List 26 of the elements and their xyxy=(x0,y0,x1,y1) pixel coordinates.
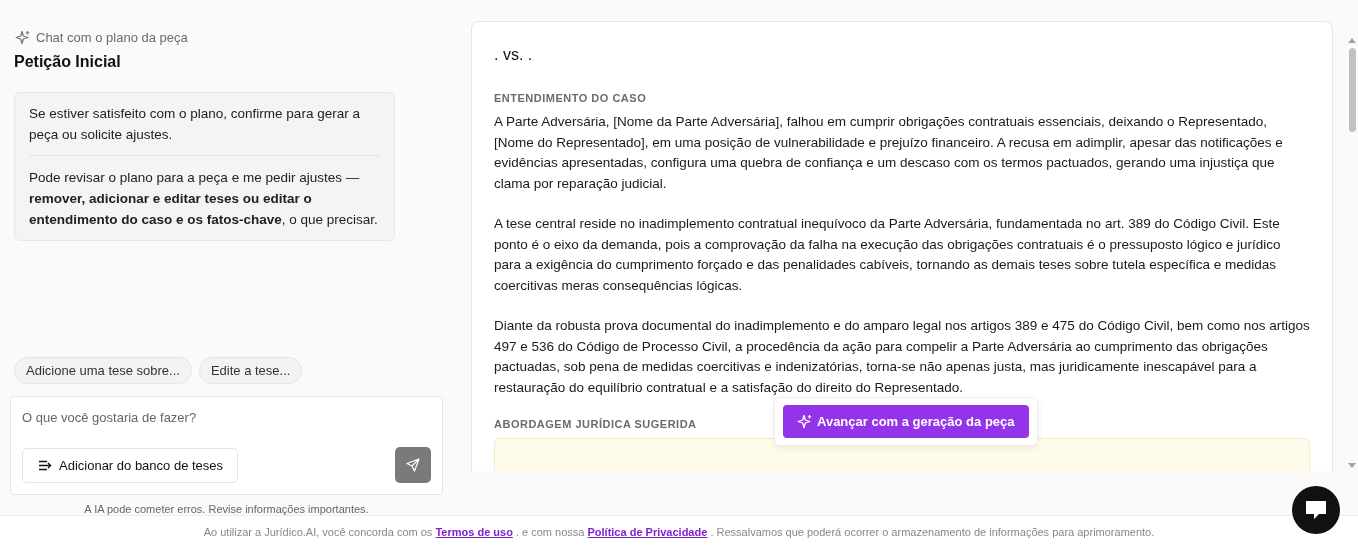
sparkle-icon xyxy=(14,30,30,45)
chat-button[interactable] xyxy=(1292,486,1340,534)
terms-link[interactable]: Termos de uso xyxy=(435,525,513,538)
send-icon xyxy=(406,458,420,472)
terms-link[interactable]: Política de Privacidade xyxy=(587,525,708,538)
section-title: ENTENDIMENTO DO CASO xyxy=(494,92,647,104)
terms-notice: Ao utilizar a Jurídico.AI, você concorda com os Termos de uso . e com nossa Política de Privacidade . Ressalvamos que poderá ocorrer o armazenamento de informações para aprimoramento. xyxy=(203,525,1155,538)
message-text: Pode revisar o plano para a peça e me pedir ajustes — remover, adicionar e editar teses ou editar o entendimento do caso e os fatos-chave, o que precisar. xyxy=(29,169,379,229)
disclaimer-text: A IA pode cometer erros. Revise informações importantes. xyxy=(83,503,370,515)
section-paragraph: A Parte Adversária, [Nome da Parte Adversária], falhou em cumprir obrigações contratuais essenciais, deixando o Representado, [Nome do Representado], em uma posição de vulnerabilidade e prejuízo financeiro. A recusa em adimplir, apesar das notificações e evidências apresentadas, configura uma quebra de confiança e um descaso com os termos pactuados, gerando uma injustiça que clama por reparação judicial. xyxy=(494,113,1284,193)
add-from-bank-button[interactable]: Adicionar do banco de teses xyxy=(22,448,239,483)
section-paragraph: A tese central reside no inadimplemento contratual inequívoco da Parte Adversária, fundamentada no art. 389 do Código Civil. Este ponto é o eixo da demanda, pois a comprovação da falha na execução das obrigações contratuais é o pressuposto lógico e jurídico para a exigência do cumprimento forçado e das penalidades cabíveis, tornando as demais teses sobre tutela específica e medidas coercitivas meras consequências lógicas. xyxy=(494,215,1282,295)
panel-label: Chat com o plano da peça xyxy=(36,30,188,45)
proceed-button[interactable]: Avançar com a geração da peça xyxy=(783,405,1029,438)
section-title: ABORDAGEM JURÍDICA SUGERIDA xyxy=(494,418,697,430)
section-paragraph: Diante da robusta prova documental do inadimplemento e do amparo legal nos artigos 389 e 475 do Código Civil, bem como nos artigos 497 e 536 do Código de Processo Civil, a procedência da ação para compelir a Parte Adversária ao cumprimento das obrigações pactuadas, sob pena de medidas coercitivas e indenizatórias, torna-se não apenas justa, mas juridicamente inescapável para a restauração do equilíbrio contratual e a satisfação do direito do Representado. xyxy=(494,317,1310,397)
list-arrow-icon xyxy=(38,460,52,471)
suggestion-chip[interactable]: Adicione uma tese sobre... xyxy=(14,357,192,384)
panel-title: Petição Inicial xyxy=(14,53,122,71)
sparkle-icon xyxy=(796,414,812,429)
plan-heading: . vs. . xyxy=(494,46,534,64)
input-placeholder: O que você gostaria de fazer? xyxy=(22,410,198,425)
message-input[interactable]: O que você gostaria de fazer? Adicionar do banco de teses xyxy=(10,396,443,495)
chat-bubble-icon xyxy=(1304,499,1328,521)
message-text: Se estiver satisfeito com o plano, confirme para gerar a peça ou solicite ajustes. xyxy=(29,105,361,144)
suggestion-chip[interactable]: Edite a tese... xyxy=(198,357,303,384)
